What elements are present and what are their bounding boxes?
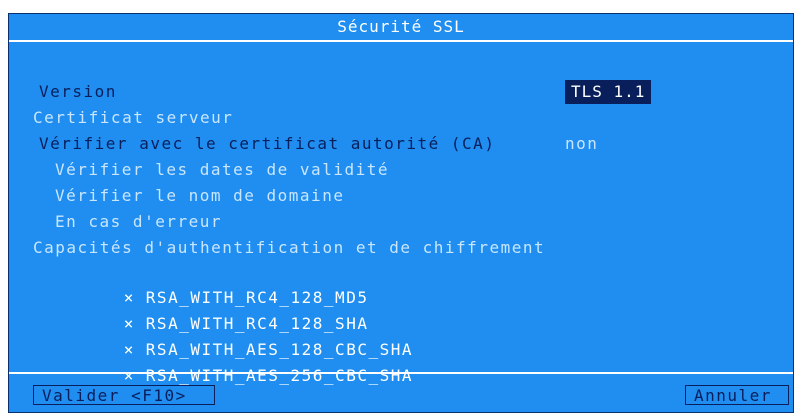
server-cert-heading: Certificat serveur <box>33 108 234 127</box>
cipher-name: RSA_WITH_AES_256_CBC_SHA <box>145 366 413 385</box>
footer-divider <box>9 372 793 374</box>
on-error-label: En cas d'erreur <box>55 212 222 231</box>
verify-domain-label: Vérifier le nom de domaine <box>55 186 345 205</box>
cipher-item[interactable]: × RSA_WITH_RC4_128_MD5 <box>57 262 368 307</box>
dialog-title: Sécurité SSL <box>9 14 793 42</box>
dialog-body: Version TLS 1.1 Certificat serveur Vérif… <box>9 42 793 385</box>
version-label: Version <box>39 82 117 101</box>
validate-button[interactable]: Valider <F10> <box>33 385 215 405</box>
verify-ca-label[interactable]: Vérifier avec le certificat autorité (CA… <box>39 132 495 156</box>
verify-dates-label: Vérifier les dates de validité <box>55 160 389 179</box>
cancel-button[interactable]: Annuler <box>685 385 789 405</box>
cipher-item[interactable]: × RSA_WITH_RC4_128_SHA <box>57 288 368 333</box>
cipher-item[interactable]: × RSA_WITH_AES_256_CBC_SHA <box>57 340 413 385</box>
version-select[interactable]: TLS 1.1 <box>565 80 652 104</box>
verify-ca-value[interactable]: non <box>565 132 598 156</box>
ssl-security-dialog: Sécurité SSL Version TLS 1.1 Certificat … <box>8 13 794 413</box>
cipher-item[interactable]: × RSA_WITH_AES_128_CBC_SHA <box>57 314 413 359</box>
capabilities-heading: Capacités d'authentification et de chiff… <box>33 238 546 257</box>
